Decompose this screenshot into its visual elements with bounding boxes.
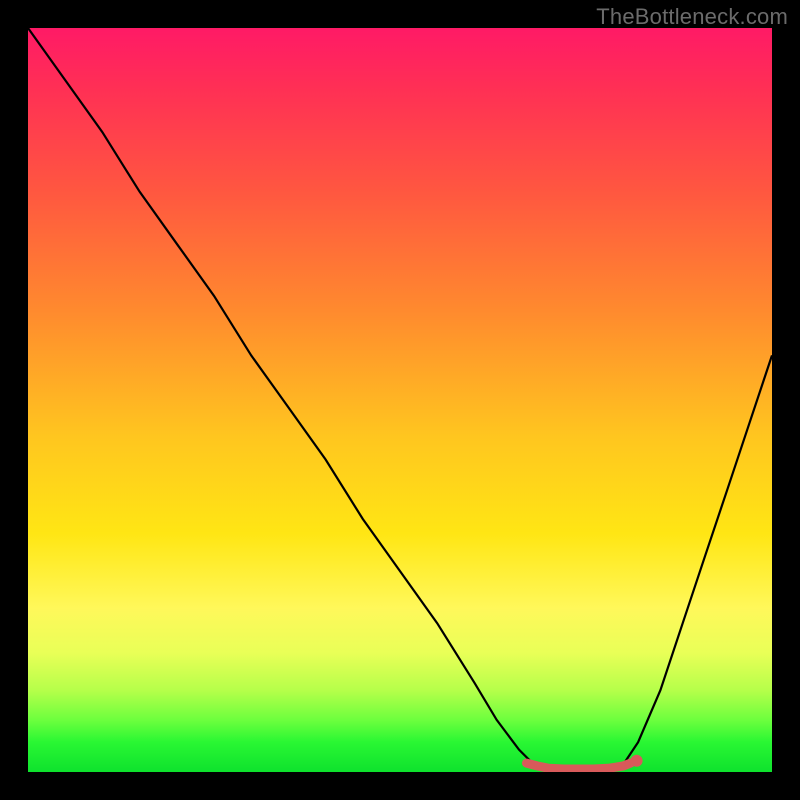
optimal-band-end-dot bbox=[631, 755, 643, 767]
optimal-band-line bbox=[527, 763, 631, 769]
chart-frame: TheBottleneck.com bbox=[0, 0, 800, 800]
watermark-text: TheBottleneck.com bbox=[596, 4, 788, 30]
bottleneck-curve bbox=[28, 28, 772, 771]
optimal-band-markers bbox=[527, 755, 643, 769]
bottleneck-curve-layer bbox=[28, 28, 772, 772]
plot-area bbox=[28, 28, 772, 772]
